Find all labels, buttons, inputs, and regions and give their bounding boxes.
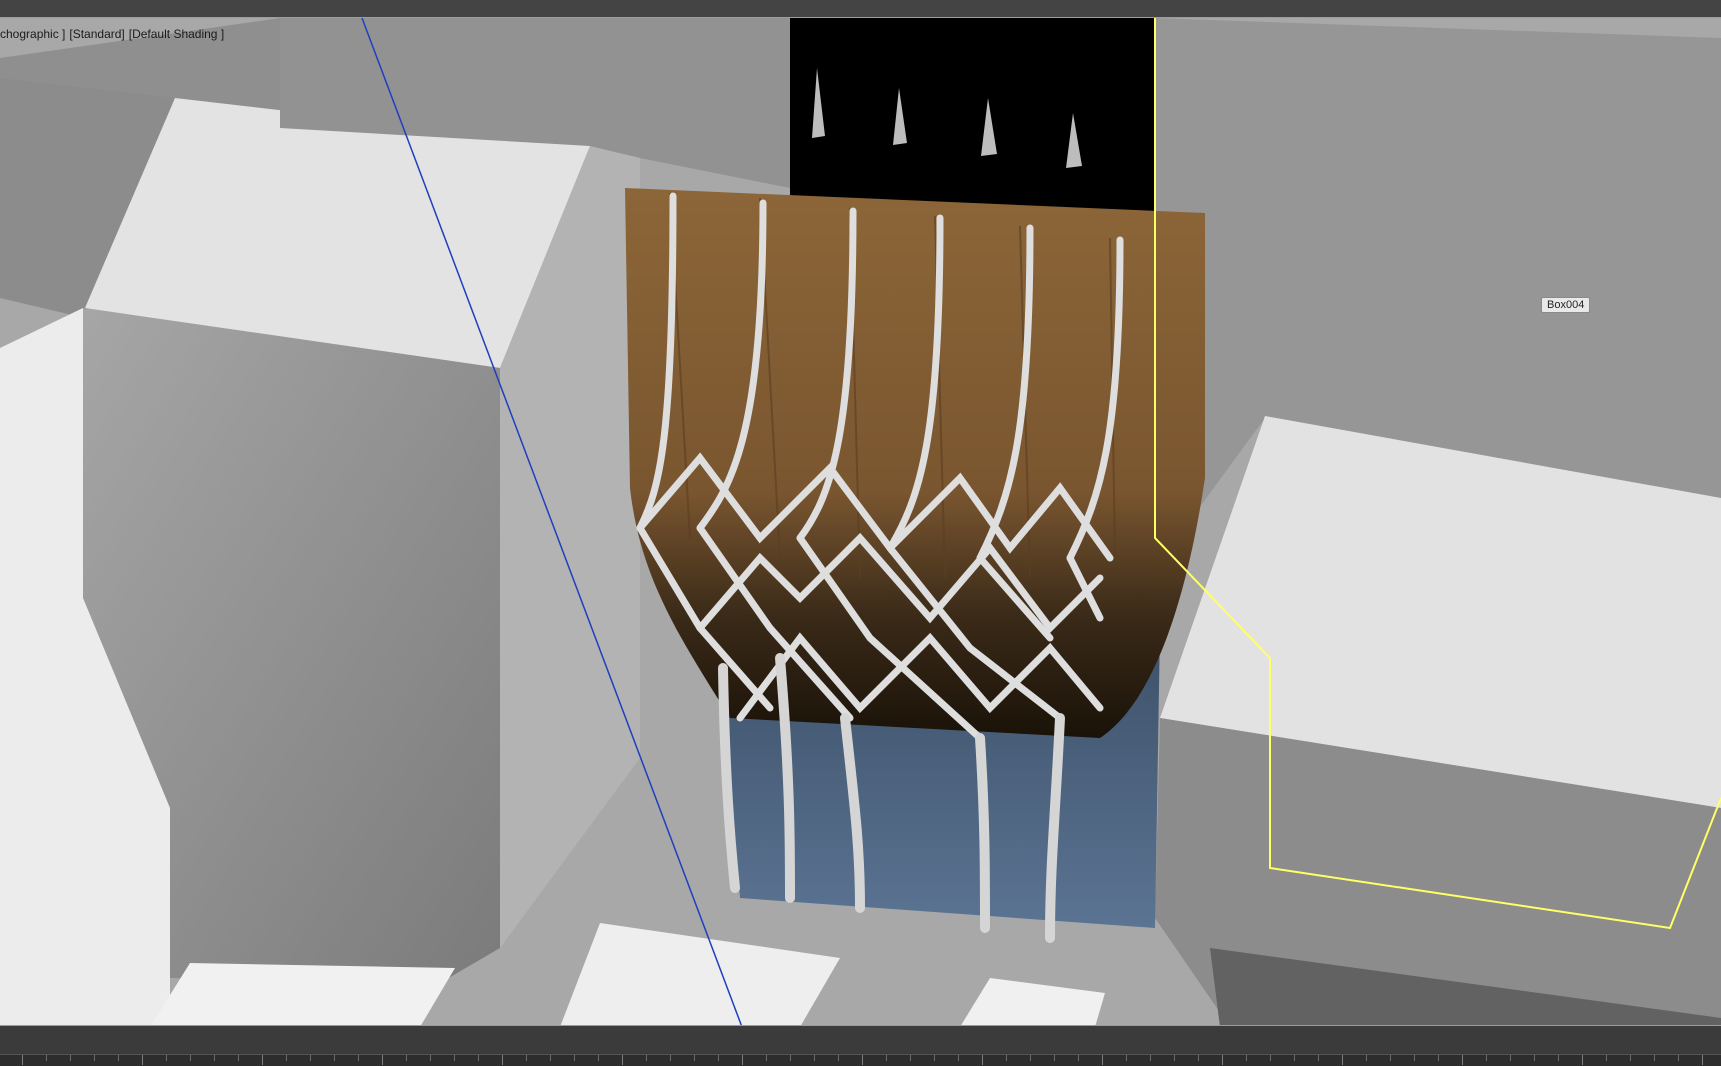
- ruler-tick: [94, 1055, 95, 1061]
- perspective-viewport[interactable]: chographic ] [Standard] [Default Shading ]…: [0, 17, 1721, 1026]
- ruler-tick: [1630, 1055, 1631, 1061]
- view-type-label[interactable]: chographic ]: [0, 27, 65, 41]
- ruler-tick: [862, 1055, 863, 1065]
- top-toolbar-strip: [0, 0, 1721, 17]
- ruler-tick: [502, 1055, 503, 1065]
- ruler-tick: [1390, 1055, 1391, 1061]
- ruler-tick: [1654, 1055, 1655, 1061]
- ruler-tick: [1534, 1055, 1535, 1061]
- ruler-tick: [1510, 1055, 1511, 1061]
- ruler-tick: [382, 1055, 383, 1065]
- ruler-tick: [1294, 1055, 1295, 1061]
- ruler-tick: [958, 1055, 959, 1061]
- ruler-tick: [1126, 1055, 1127, 1061]
- render-mode-label[interactable]: [Standard]: [69, 27, 124, 41]
- ruler-tick: [646, 1055, 647, 1061]
- ruler-tick: [1102, 1055, 1103, 1065]
- ruler-tick: [1030, 1055, 1031, 1061]
- ruler-tick: [790, 1055, 791, 1061]
- ruler-tick: [694, 1055, 695, 1061]
- ruler-tick: [1198, 1055, 1199, 1061]
- ruler-tick: [1150, 1055, 1151, 1061]
- ruler-tick: [214, 1055, 215, 1061]
- ruler-tick: [1606, 1055, 1607, 1061]
- ruler-tick: [814, 1055, 815, 1061]
- ruler-tick: [1558, 1055, 1559, 1061]
- ruler-tick: [478, 1055, 479, 1061]
- ruler-tick: [22, 1055, 23, 1065]
- ruler-tick: [190, 1055, 191, 1061]
- ruler-tick: [118, 1055, 119, 1061]
- ruler-tick: [1462, 1055, 1463, 1065]
- ruler-tick: [598, 1055, 599, 1061]
- ruler-tick: [550, 1055, 551, 1061]
- ruler-tick: [1366, 1055, 1367, 1061]
- ruler-tick: [238, 1055, 239, 1061]
- ruler-tick: [1342, 1055, 1343, 1065]
- ruler-tick: [70, 1055, 71, 1061]
- ruler-tick: [1246, 1055, 1247, 1061]
- ruler-tick: [310, 1055, 311, 1061]
- ruler-tick: [1006, 1055, 1007, 1061]
- ruler-tick: [910, 1055, 911, 1061]
- ruler-tick: [1414, 1055, 1415, 1061]
- time-ruler[interactable]: [0, 1054, 1721, 1066]
- ruler-tick: [1702, 1055, 1703, 1065]
- ruler-tick: [766, 1055, 767, 1061]
- ruler-tick: [1486, 1055, 1487, 1061]
- ruler-tick: [46, 1055, 47, 1061]
- ruler-tick: [286, 1055, 287, 1061]
- ruler-tick: [406, 1055, 407, 1061]
- ruler-tick: [1174, 1055, 1175, 1061]
- ruler-tick: [358, 1055, 359, 1061]
- ruler-tick: [454, 1055, 455, 1061]
- ruler-tick: [742, 1055, 743, 1065]
- ruler-tick: [1318, 1055, 1319, 1061]
- ruler-tick: [982, 1055, 983, 1065]
- timeline-bar[interactable]: [0, 1026, 1721, 1066]
- ruler-tick: [670, 1055, 671, 1061]
- ruler-tick: [886, 1055, 887, 1061]
- object-name-tag: Box004: [1541, 297, 1591, 313]
- ruler-tick: [1222, 1055, 1223, 1065]
- ruler-tick: [526, 1055, 527, 1061]
- ruler-tick: [334, 1055, 335, 1061]
- ruler-tick: [718, 1055, 719, 1061]
- ruler-tick: [1078, 1055, 1079, 1061]
- ground-tile-bottom: [151, 963, 455, 1025]
- ruler-tick: [1678, 1055, 1679, 1061]
- ruler-tick: [262, 1055, 263, 1065]
- ruler-tick: [142, 1055, 143, 1065]
- ruler-tick: [1438, 1055, 1439, 1061]
- ruler-tick: [430, 1055, 431, 1061]
- ruler-tick: [574, 1055, 575, 1061]
- scene-render: [0, 18, 1721, 1025]
- shading-mode-label[interactable]: [Default Shading ]: [129, 27, 224, 41]
- viewport-label[interactable]: chographic ] [Standard] [Default Shading ]: [0, 27, 228, 41]
- ruler-tick: [1582, 1055, 1583, 1065]
- ruler-tick: [166, 1055, 167, 1061]
- ruler-tick: [622, 1055, 623, 1065]
- ruler-tick: [934, 1055, 935, 1061]
- ruler-tick: [1270, 1055, 1271, 1061]
- ruler-tick: [838, 1055, 839, 1061]
- ruler-tick: [1054, 1055, 1055, 1061]
